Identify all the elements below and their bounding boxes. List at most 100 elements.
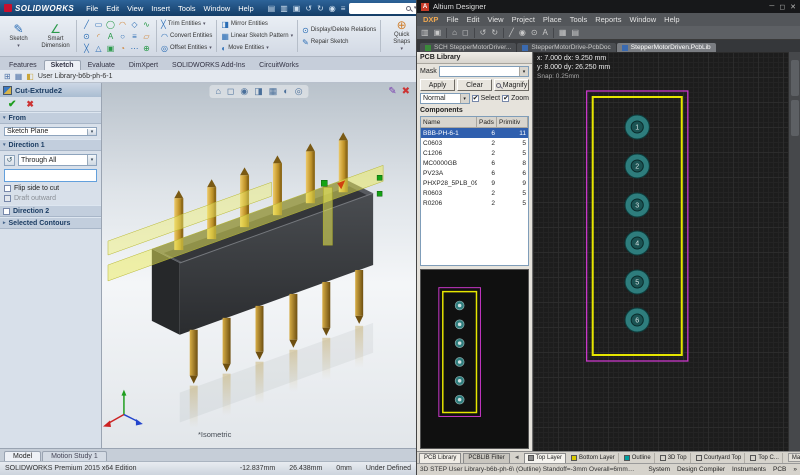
menu-window[interactable]: Window [629,15,656,24]
tab-model[interactable]: Model [4,451,41,461]
search-input[interactable]: ▾ [349,3,417,14]
display-delete-relations-button[interactable]: ⊙Display/Delete Relations [302,26,376,35]
new-document-icon[interactable]: ▤ [268,4,276,13]
components-table-header[interactable]: Name Pads Primitiv [421,117,528,128]
save-icon[interactable]: ▣ [434,28,442,37]
section-direction-1[interactable]: ▾Direction 1 [0,139,101,151]
open-icon[interactable]: ▥ [421,28,429,37]
linear-sketch-pattern-button[interactable]: ▦Linear Sketch Pattern▾ [221,32,293,41]
arc-tool-icon[interactable]: ◠ [117,19,128,30]
apply-button[interactable]: Apply [420,79,455,91]
dock-tab-1[interactable] [791,60,799,96]
doc-tab-pcblib[interactable]: StepperMotorDriven.PcbLib [617,43,716,52]
menu-view[interactable]: View [487,15,503,24]
layer-tab-top[interactable]: Top Layer [524,453,566,463]
end-condition-dropdown[interactable]: Through All▾ [18,154,97,166]
tab-circuitworks[interactable]: CircuitWorks [252,60,306,70]
pcb-panels-button[interactable]: PCB [773,466,786,473]
footprint-drawing[interactable]: 1 2 3 4 5 [533,52,788,451]
instruments-panels-button[interactable]: Instruments [732,466,766,473]
footprint-preview[interactable] [420,269,529,449]
tab-dimxpert[interactable]: DimXpert [122,60,165,70]
direction-2-checkbox[interactable] [3,208,10,215]
layer-scroll-left-icon[interactable]: ◄ [512,455,522,461]
layer-tab-bottom[interactable]: Bottom Layer [568,453,619,463]
menu-help[interactable]: Help [238,4,253,13]
trim-entities-button[interactable]: ╳Trim Entities▾ [161,20,212,29]
circle-tool-icon[interactable]: ◯ [105,19,116,30]
previous-view-icon[interactable]: ◉ [240,86,248,97]
hide-show-items-icon[interactable]: ◎ [295,86,303,97]
zoom-fit-icon[interactable]: ⌂ [452,28,457,37]
point-tool-icon[interactable]: ○ [117,31,128,42]
cancel-button[interactable]: ✖ [26,99,34,110]
pad-1[interactable]: 1 [625,115,649,139]
pad-4[interactable]: 4 [625,231,649,255]
centerline-tool-icon[interactable]: ≡ [129,31,140,42]
undo-icon[interactable]: ↺ [480,28,487,37]
pad-6[interactable]: 6 [625,308,649,332]
system-panels-button[interactable]: System [648,466,670,473]
rectangle-tool-icon[interactable]: ▭ [93,19,104,30]
table-row[interactable]: BBB-PH-6-1611 [421,128,528,138]
menu-file[interactable]: File [446,15,458,24]
pcb-editor-canvas[interactable]: 1 2 3 4 5 [533,52,788,451]
redo-icon[interactable]: ↻ [317,4,324,13]
undo-icon[interactable]: ↺ [305,4,312,13]
place-line-icon[interactable]: ╱ [509,28,514,37]
table-row[interactable]: R020625 [421,198,528,208]
more-panels-icon[interactable]: » [793,466,797,473]
zoom-fit-icon[interactable]: ⌂ [215,86,220,97]
flip-side-checkbox[interactable] [4,185,11,192]
open-document-icon[interactable]: ▥ [280,4,288,13]
select-checkbox[interactable]: ✔ [472,95,479,102]
menu-file[interactable]: File [86,4,98,13]
smart-dimension-button[interactable]: ∠ Smart Dimension [39,18,72,54]
repair-sketch-button[interactable]: ✎Repair Sketch [302,38,376,47]
menu-tools[interactable]: Tools [570,15,588,24]
place-string-icon[interactable]: A [543,28,548,37]
rebuild-icon[interactable]: ◉ [329,4,336,13]
close-icon[interactable]: ✕ [790,3,796,11]
design-compiler-panels-button[interactable]: Design Compiler [677,466,725,473]
panel-tab-pcblib-filter[interactable]: PCBLIB Filter [463,453,509,463]
menu-window[interactable]: Window [204,4,231,13]
fillet-tool-icon[interactable]: ◜ [93,31,104,42]
tab-evaluate[interactable]: Evaluate [81,60,122,70]
sketch-button[interactable]: ✎ Sketch▾ [2,18,35,54]
accept-button[interactable]: ✔ [8,99,16,110]
pad-2[interactable]: 2 [625,154,649,178]
layer-tab-3d-top[interactable]: 3D Top [657,453,691,463]
clear-button[interactable]: Clear [457,79,492,91]
from-dropdown[interactable]: Sketch Plane▾ [4,127,97,136]
construction-tool-icon[interactable]: ⊕ [141,43,152,54]
ellipse-tool-icon[interactable]: ⊙ [81,31,92,42]
offset-entities-button[interactable]: ◎Offset Entities▾ [161,44,212,53]
zoom-checkbox[interactable]: ✔ [502,95,509,102]
chamfer-tool-icon[interactable]: △ [93,43,104,54]
polygon-tool-icon[interactable]: ◇ [129,19,140,30]
save-icon[interactable]: ▣ [293,4,301,13]
line-tool-icon[interactable]: ╱ [81,19,92,30]
pad-5[interactable]: 5 [625,270,649,294]
panel-tab-pcb-library[interactable]: PCB Library [419,453,461,463]
menu-edit[interactable]: Edit [106,4,119,13]
graphics-viewport[interactable]: ⌂ ◻ ◉ ◨ ▦ ◐ ◎ ✎ ✖ *Isometric [102,83,416,448]
components-table[interactable]: Name Pads Primitiv BBB-PH-6-1611 C060325… [420,116,529,266]
grid-settings-icon[interactable]: ▦ [559,28,567,37]
direction-selection-field[interactable] [4,169,97,182]
table-row[interactable]: R060325 [421,188,528,198]
magnify-button[interactable]: Magnify [494,79,529,91]
trim-tool-icon[interactable]: ╳ [81,43,92,54]
tab-sketch[interactable]: Sketch [44,60,81,70]
menu-dxp[interactable]: DXP [423,15,438,24]
spline-tool-icon[interactable]: ∿ [141,19,152,30]
mode-dropdown[interactable]: Normal▾ [420,93,470,104]
table-row[interactable]: MC0000GB68 [421,158,528,168]
dock-tab-2[interactable] [791,100,799,136]
menu-project[interactable]: Project [512,15,535,24]
viewport-3d-scene[interactable] [102,83,416,448]
doc-tab-pcbdoc[interactable]: StepperMotorDrive-PcbDoc [517,43,615,52]
quick-snaps-button[interactable]: ⊕ Quick Snaps▾ [385,18,416,54]
layer-tab-outline[interactable]: Outline [621,453,655,463]
